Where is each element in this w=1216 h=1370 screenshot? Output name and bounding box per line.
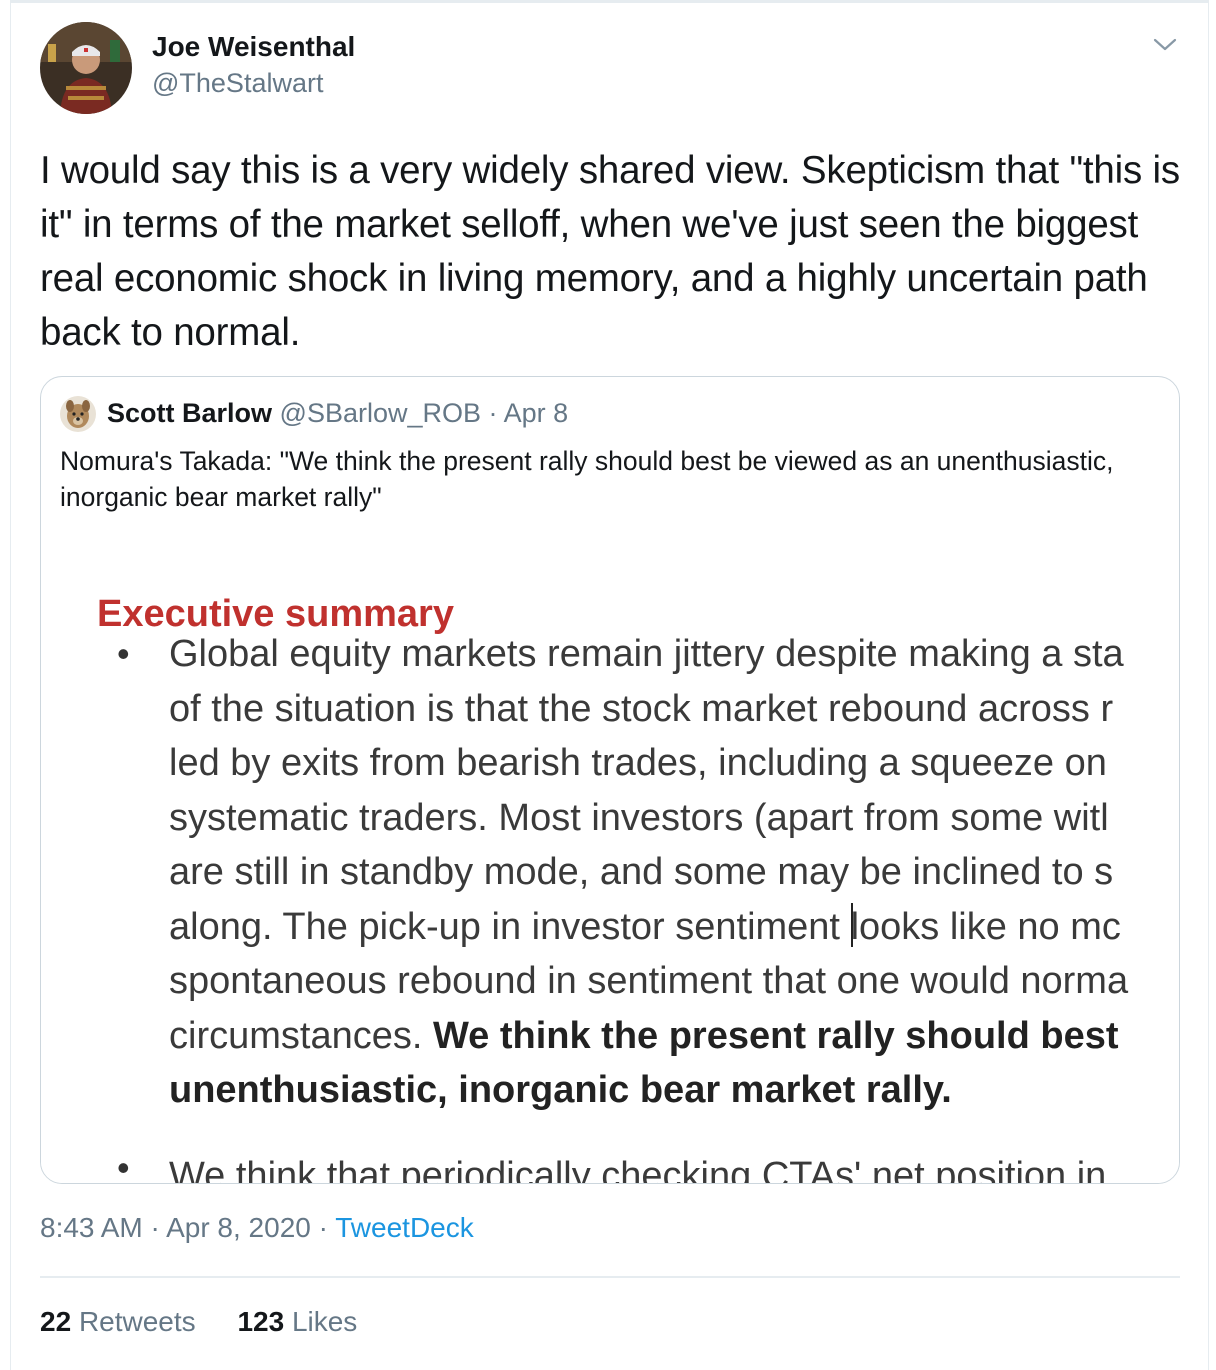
doc-line: unenthusiastic, inorganic bear market ra… xyxy=(169,1063,1179,1118)
doc-line: circumstances. We think the present rall… xyxy=(169,1009,1179,1064)
author-handle[interactable]: @TheStalwart xyxy=(152,68,323,99)
chevron-down-icon[interactable] xyxy=(1152,32,1178,56)
quoted-text: Nomura's Takada: "We think the present r… xyxy=(60,446,1114,512)
doc-line-part: looks like no mc xyxy=(850,905,1121,948)
doc-line-part: along. The pick-up in investor sentiment xyxy=(169,905,851,948)
meta-separator: · xyxy=(150,1212,160,1243)
doc-body: Global equity markets remain jittery des… xyxy=(169,627,1179,1118)
doc-bullet: • xyxy=(117,633,130,674)
quoted-header: Scott Barlow @SBarlow_ROB · Apr 8 xyxy=(107,398,568,429)
retweets-stat[interactable]: 22 Retweets xyxy=(40,1306,196,1338)
quoted-author-name[interactable]: Scott Barlow xyxy=(107,398,272,428)
doc-line: systematic traders. Most investors (apar… xyxy=(169,796,1109,839)
doc-line: are still in standby mode, and some may … xyxy=(169,851,1114,893)
tweet-source-link[interactable]: TweetDeck xyxy=(335,1212,474,1243)
doc-line: of the situation is that the stock marke… xyxy=(169,687,1114,730)
doc-line-part: circumstances. xyxy=(169,1014,433,1057)
author-name[interactable]: Joe Weisenthal xyxy=(152,31,355,63)
doc-line-bold: unenthusiastic, inorganic bear market ra… xyxy=(169,1069,952,1111)
quoted-tweet[interactable]: Scott Barlow @SBarlow_ROB · Apr 8 Nomura… xyxy=(40,376,1180,1184)
doc-line: along. The pick-up in investor sentiment… xyxy=(169,900,1179,955)
retweets-label: Retweets xyxy=(78,1306,196,1337)
quoted-date[interactable]: Apr 8 xyxy=(504,398,569,428)
quoted-author-handle[interactable]: @SBarlow_ROB xyxy=(280,398,481,428)
tweet-text: I would say this is a very widely shared… xyxy=(40,149,1180,354)
doc-line: spontaneous rebound in sentiment that on… xyxy=(169,960,1129,1002)
author-avatar[interactable] xyxy=(40,22,132,114)
tweet-meta: 8:43 AM · Apr 8, 2020 · TweetDeck xyxy=(40,1212,474,1244)
meta-separator: · xyxy=(318,1212,328,1243)
tweet-date[interactable]: Apr 8, 2020 xyxy=(166,1212,311,1243)
doc-line: led by exits from bearish trades, includ… xyxy=(169,742,1107,784)
doc-cut-line: We think that periodically checking CTAs… xyxy=(169,1155,1107,1184)
quoted-author-avatar[interactable] xyxy=(60,396,96,432)
retweets-count: 22 xyxy=(40,1306,72,1337)
tweet-stats: 22 Retweets 123 Likes xyxy=(40,1306,391,1338)
quoted-separator: · xyxy=(488,398,498,428)
doc-line: Global equity markets remain jittery des… xyxy=(169,633,1124,675)
likes-stat[interactable]: 123 Likes xyxy=(237,1306,357,1338)
tweet-time[interactable]: 8:43 AM xyxy=(40,1212,143,1243)
doc-line-bold: We think the present rally should best xyxy=(432,1014,1119,1057)
doc-bullet: • xyxy=(117,1147,130,1184)
quoted-image[interactable]: Executive summary • Global equity market… xyxy=(41,527,1179,1184)
likes-count: 123 xyxy=(237,1306,285,1337)
likes-label: Likes xyxy=(291,1306,358,1337)
stats-divider xyxy=(40,1276,1180,1278)
